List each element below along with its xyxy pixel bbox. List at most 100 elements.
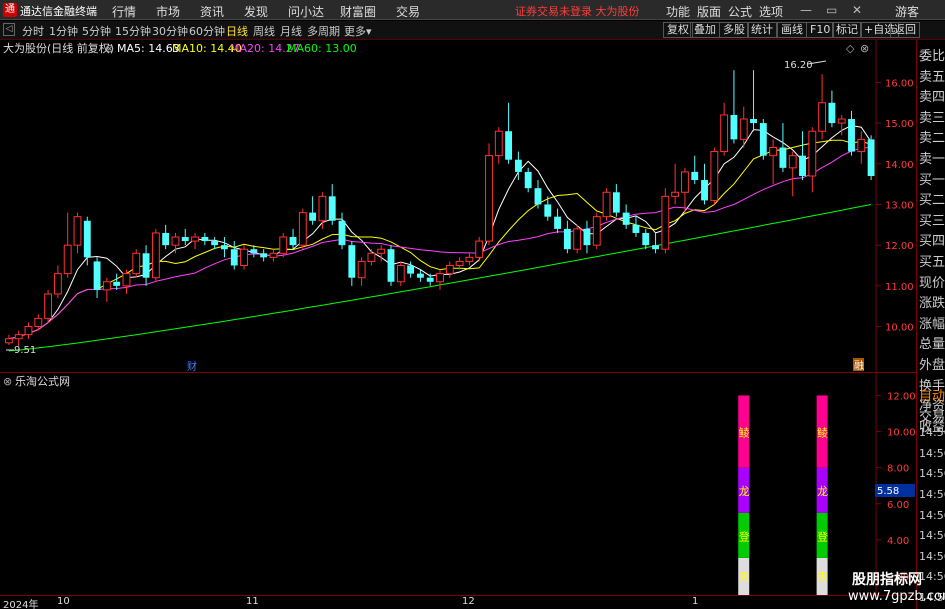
- chart-header: 大为股份(日线 前复权): [3, 41, 114, 55]
- candle-body: [122, 273, 131, 287]
- candle-body: [44, 293, 53, 319]
- margin-marker[interactable]: 融: [854, 360, 864, 372]
- adjust-button[interactable]: 复权: [663, 22, 693, 38]
- period-more[interactable]: 更多▾: [344, 23, 372, 39]
- candle-body: [162, 232, 170, 246]
- quote-field-21: 14:56: [919, 426, 945, 440]
- indicator-chart[interactable]: 天登龙鲮天登龙鲮 2.004.006.008.0010.0012.00 ⊗ 乐淘…: [0, 373, 945, 595]
- menu-functions[interactable]: 功能: [666, 3, 690, 20]
- candle-body: [583, 228, 591, 246]
- nav-prev-icon[interactable]: ◁: [3, 23, 15, 36]
- quote-field-27: 14:56: [919, 549, 945, 563]
- quote-field-22: 14:56: [919, 446, 945, 460]
- user-guest[interactable]: 游客: [895, 3, 919, 20]
- restore-icon[interactable]: ▭: [826, 3, 837, 17]
- menu-discover[interactable]: 发现: [244, 3, 268, 20]
- candle-body: [201, 237, 209, 242]
- candle-body: [612, 192, 620, 213]
- ma20-line: [8, 146, 872, 340]
- back-button[interactable]: 返回: [890, 22, 920, 38]
- menu-wealth-circle[interactable]: 财富圈: [340, 3, 376, 20]
- quote-field-11: 现价: [919, 275, 945, 291]
- menu-market[interactable]: 市场: [156, 3, 180, 20]
- menu-trade[interactable]: 交易: [396, 3, 420, 20]
- candle-body: [230, 249, 238, 266]
- stacked-bar-label: 天: [817, 570, 828, 583]
- candle-body: [14, 334, 23, 340]
- candle-body: [4, 338, 13, 344]
- draw-line-button[interactable]: 画线: [777, 22, 807, 38]
- diamond-icon[interactable]: ◇: [846, 42, 855, 55]
- watermark-logo: 股朋指标网 www.7gpzb.com: [830, 567, 945, 609]
- sub-y-tick-label-1: 4.00: [887, 536, 909, 547]
- candlestick-chart[interactable]: 10.00 11.00 12.00 13.00 14.00 15.00 16.00 大为股份…: [0, 40, 945, 372]
- f10-button[interactable]: F10: [806, 22, 835, 38]
- period-60min[interactable]: 60分钟: [189, 23, 225, 39]
- ma10-line: [8, 139, 872, 340]
- candle-body: [661, 195, 670, 250]
- minimize-icon[interactable]: —: [800, 3, 812, 17]
- ma60-label: MA60: 13.00: [287, 42, 357, 55]
- candle-body: [592, 216, 601, 246]
- menu-news[interactable]: 资讯: [200, 3, 224, 20]
- candle-body: [602, 191, 611, 218]
- period-30min[interactable]: 30分钟: [152, 23, 188, 39]
- period-5min[interactable]: 5分钟: [82, 23, 111, 39]
- mark-button[interactable]: 标记: [832, 22, 862, 38]
- candle-body: [24, 326, 33, 336]
- quote-field-4: 卖二: [919, 131, 945, 147]
- candle-body: [142, 253, 150, 278]
- period-weekly[interactable]: 周线: [253, 23, 275, 39]
- y-tick-label-3: 13.00: [885, 200, 914, 211]
- settings-gear-icon[interactable]: ⊗: [105, 42, 114, 55]
- candle-body: [318, 195, 327, 222]
- candle-body: [730, 114, 738, 140]
- candle-body: [367, 252, 376, 262]
- quote-field-24: 14:56: [919, 488, 945, 501]
- candle-body: [701, 180, 708, 201]
- candle-body: [632, 224, 640, 233]
- menu-layout[interactable]: 版面: [697, 3, 721, 20]
- period-15min[interactable]: 15分钟: [115, 23, 151, 39]
- period-1min[interactable]: 1分钟: [49, 23, 78, 39]
- login-notice[interactable]: 证券交易未登录 大为股份: [515, 3, 640, 19]
- candle-body: [867, 139, 875, 176]
- stacked-bar-label: 登: [817, 529, 828, 543]
- candle-body: [53, 273, 62, 295]
- menu-market-quotes[interactable]: 行情: [112, 3, 136, 20]
- title-bar: 通 通达信金融终端 行情 市场 资讯 发现 问小达 财富圈 交易 证券交易未登录…: [0, 0, 945, 20]
- sub-y-tick-label-2: 6.00: [887, 500, 909, 511]
- multi-stock-button[interactable]: 多股: [719, 22, 749, 38]
- quote-field-10: 买五: [919, 255, 945, 270]
- quote-field-12: 涨跌: [919, 296, 945, 312]
- statistics-button[interactable]: 统计: [747, 22, 777, 38]
- quote-field-6: 买一: [919, 172, 945, 188]
- candle-body: [514, 159, 522, 172]
- candle-body: [289, 237, 297, 246]
- candle-body: [240, 248, 248, 266]
- period-monthly[interactable]: 月线: [280, 23, 302, 39]
- period-daily[interactable]: 日线: [226, 23, 248, 39]
- menu-options[interactable]: 选项: [759, 3, 783, 20]
- candle-body: [132, 252, 141, 275]
- close-icon[interactable]: ✕: [852, 3, 862, 17]
- overlay-button[interactable]: 叠加: [690, 22, 720, 38]
- quote-panel: 委比 卖五 卖四 卖三 卖二 卖一 买一 买二 买三 买四 买五 现价 涨跌 涨幅 总量 外盘 换手 净资 收益 自动…: [916, 40, 945, 609]
- financial-marker[interactable]: 财: [187, 360, 197, 372]
- candle-body: [328, 196, 336, 221]
- candle-body: [524, 171, 532, 189]
- candle-body: [338, 220, 346, 246]
- indicator-settings-icon[interactable]: ⊗: [3, 375, 12, 388]
- candle-body: [534, 188, 542, 205]
- candle-body: [250, 249, 258, 254]
- period-multi[interactable]: 多周期: [307, 23, 340, 39]
- close-panel-icon[interactable]: ⊗: [860, 42, 869, 55]
- period-tick[interactable]: 分时: [22, 23, 44, 39]
- high-annotation: 16.20: [784, 60, 813, 71]
- stacked-bar-label: 龙: [739, 485, 750, 498]
- candle-body: [837, 118, 846, 124]
- menu-ask-xiaoda[interactable]: 问小达: [288, 3, 324, 20]
- candle-body: [181, 237, 189, 242]
- stacked-bar-label: 鲮: [739, 426, 750, 440]
- menu-formula[interactable]: 公式: [728, 3, 752, 20]
